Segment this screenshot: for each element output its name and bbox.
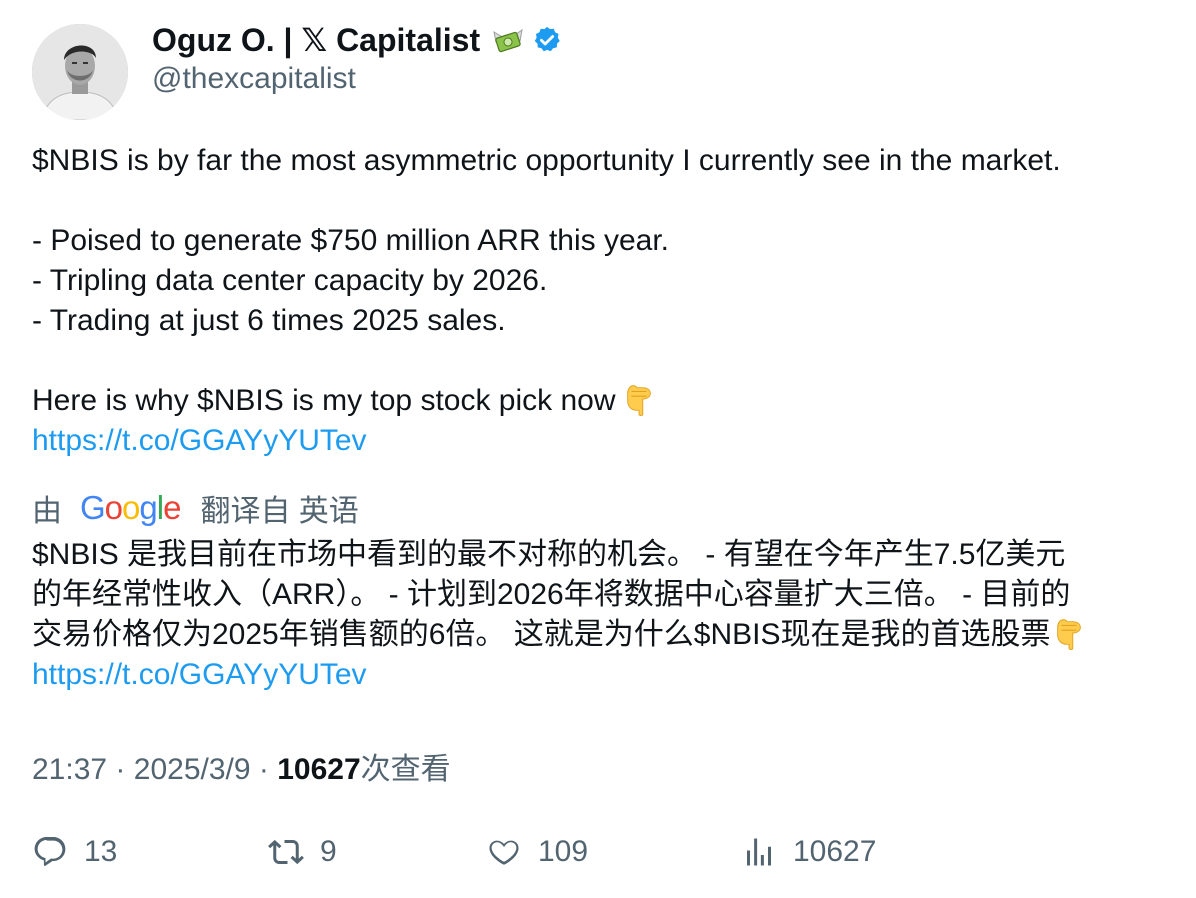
views-label: 次查看 (360, 753, 451, 786)
like-count: 109 (538, 835, 589, 868)
translated-line: 的年经常性收入（ARR）。 - 计划到2026年将数据中心容量扩大三倍。 - 目… (32, 578, 1071, 611)
translated-line-3: 交易价格仅为2025年销售额的6倍。 这就是为什么$NBIS现在是我的首选股票 (32, 615, 1172, 655)
translated-link-line: https://t.co/GGAYyYUTev (32, 655, 1172, 695)
avatar[interactable] (32, 24, 128, 120)
repost-button[interactable]: 9 (268, 828, 337, 876)
author-handle[interactable]: @thexcapitalist (152, 62, 356, 96)
tweet-card: Oguz O. | 𝕏 Capitalist @thexcapitalist $… (0, 0, 1196, 898)
repost-count: 9 (320, 835, 337, 868)
google-logo[interactable]: Google (80, 489, 181, 527)
meta-separator: · (258, 753, 269, 786)
tweet-closing-text: Here is why $NBIS is my top stock pick n… (32, 384, 616, 417)
views-button[interactable]: 10627 (741, 828, 876, 876)
author-display-name[interactable]: Oguz O. | 𝕏 Capitalist (152, 21, 480, 59)
meta-separator: · (115, 753, 126, 786)
views-action-count: 10627 (793, 835, 877, 868)
translated-by-suffix: 翻译自 英语 (200, 495, 359, 528)
tweet-line: $NBIS is by far the most asymmetric oppo… (32, 144, 1061, 177)
tweet-bullet: - Poised to generate $750 million ARR th… (32, 224, 670, 257)
like-button[interactable]: 109 (486, 828, 588, 876)
views-count: 10627 (277, 753, 361, 786)
reply-icon (32, 834, 68, 870)
tweet-closing-line: Here is why $NBIS is my top stock pick n… (32, 381, 1172, 421)
money-with-wings-icon (490, 22, 526, 58)
translated-by-label: 由 Google 翻译自 英语 (32, 486, 359, 530)
reply-button[interactable]: 13 (32, 828, 117, 876)
tweet-date[interactable]: 2025/3/9 (134, 753, 251, 786)
pointing-down-icon (1052, 616, 1086, 650)
tweet-bullet: - Tripling data center capacity by 2026. (32, 264, 548, 297)
translated-text: $NBIS 是我目前在市场中看到的最不对称的机会。 - 有望在今年产生7.5亿美… (32, 535, 1172, 695)
heart-icon (486, 834, 522, 870)
tweet-text: $NBIS is by far the most asymmetric oppo… (32, 141, 1172, 461)
verified-badge-icon[interactable] (532, 25, 562, 55)
tweet-time[interactable]: 21:37 (32, 753, 107, 786)
tweet-link[interactable]: https://t.co/GGAYyYUTev (32, 424, 367, 457)
tweet-bullet: - Trading at just 6 times 2025 sales. (32, 304, 506, 337)
repost-icon (268, 834, 304, 870)
translated-by-prefix: 由 (32, 495, 62, 528)
translated-line: $NBIS 是我目前在市场中看到的最不对称的机会。 - 有望在今年产生7.5亿美… (32, 538, 1066, 571)
bar-chart-icon (741, 834, 777, 870)
pointing-down-icon (622, 382, 656, 416)
tweet-link-line: https://t.co/GGAYyYUTev (32, 421, 1172, 461)
tweet-meta: 21:37 · 2025/3/9 · 10627次查看 (32, 744, 451, 788)
translated-line-text: 交易价格仅为2025年销售额的6倍。 这就是为什么$NBIS现在是我的首选股票 (32, 618, 1051, 651)
author-name-row: Oguz O. | 𝕏 Capitalist (152, 18, 562, 62)
translated-link[interactable]: https://t.co/GGAYyYUTev (32, 658, 367, 691)
reply-count: 13 (84, 835, 118, 868)
tweet-actions: 13 9 109 10627 (32, 828, 1172, 876)
